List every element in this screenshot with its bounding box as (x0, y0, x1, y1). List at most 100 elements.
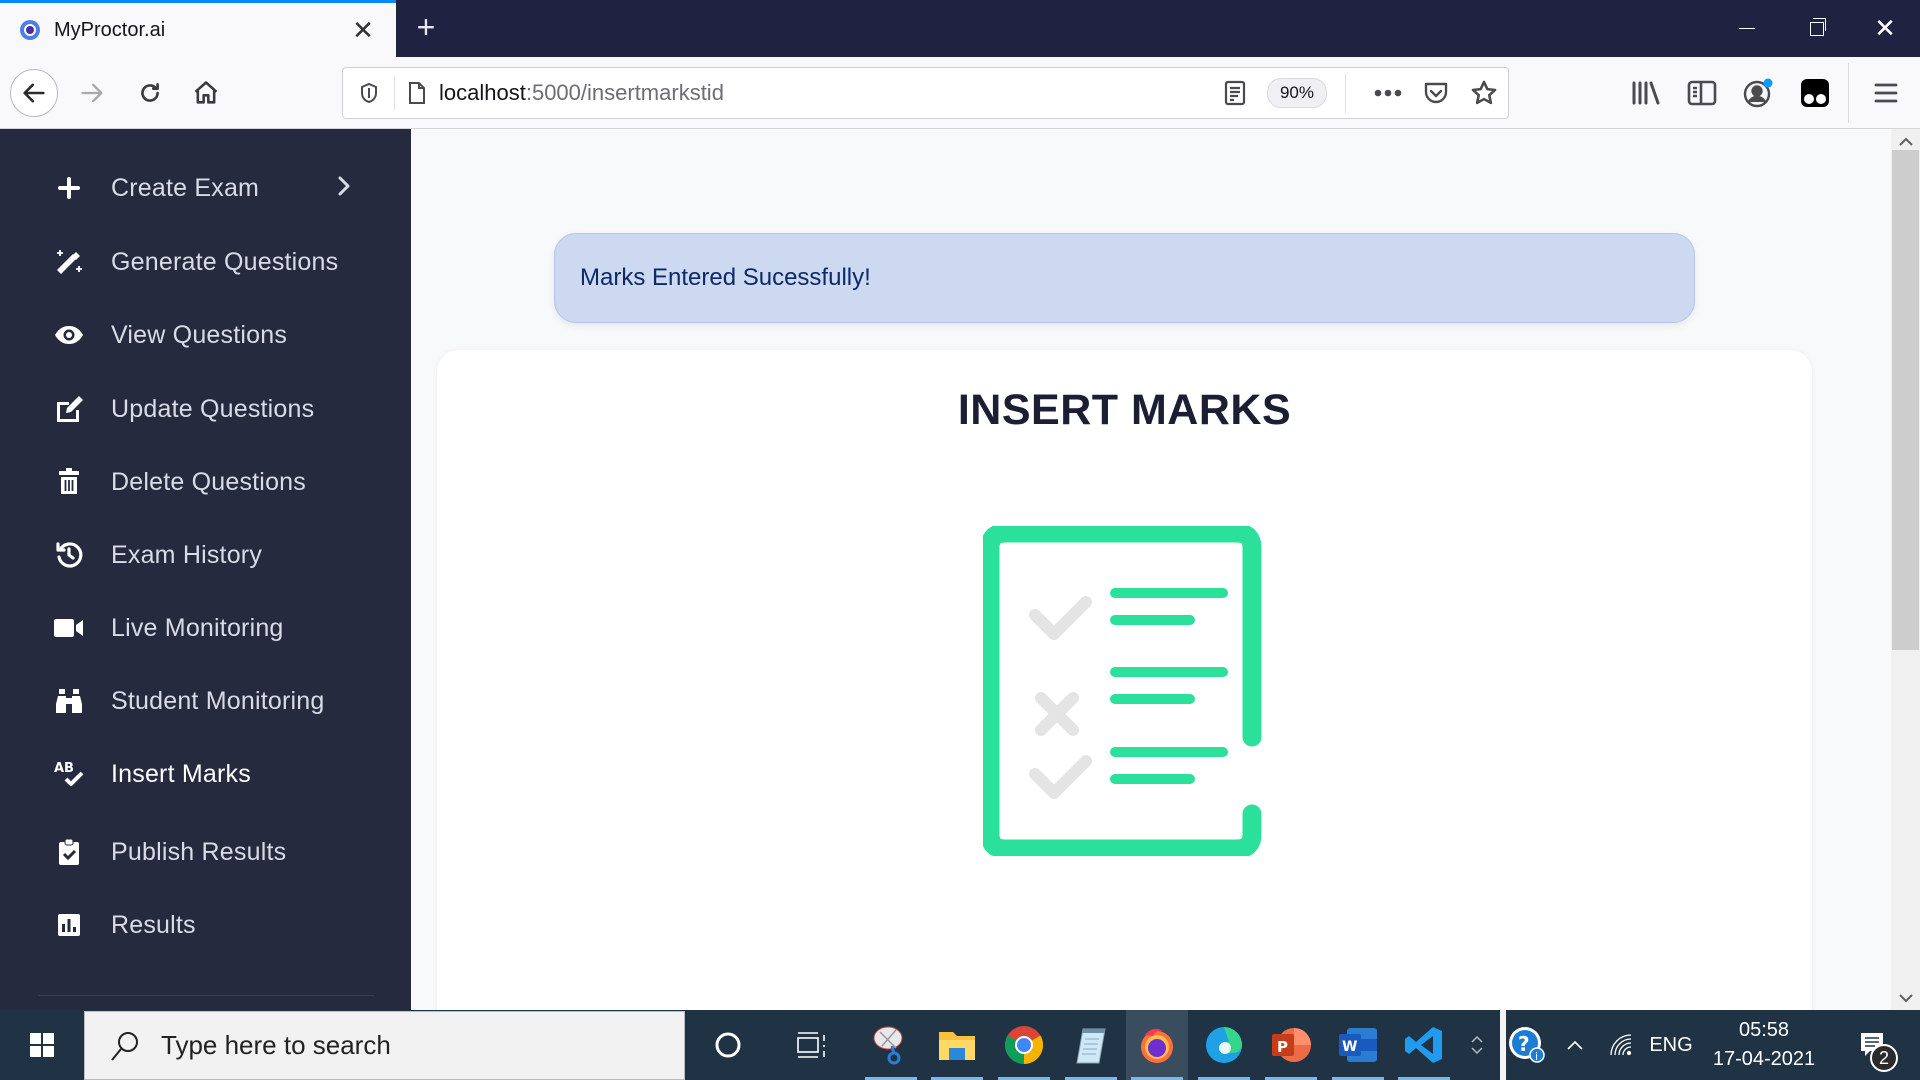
browser-tab-strip: MyProctor.ai ✕ + ✕ (0, 0, 1920, 57)
task-view-button[interactable] (781, 1010, 843, 1080)
insert-marks-card: INSERT MARKS (437, 350, 1812, 1010)
search-icon (105, 1030, 145, 1062)
check-mark-2 (1029, 755, 1092, 799)
home-button[interactable] (182, 69, 230, 117)
hamburger-menu-icon[interactable] (1866, 73, 1906, 113)
reader-view-icon[interactable] (1215, 80, 1255, 106)
sidebar-divider (38, 995, 374, 996)
reload-icon (141, 83, 159, 102)
video-camera-icon (54, 613, 84, 643)
cortana-icon (715, 1032, 741, 1058)
back-button[interactable] (10, 69, 58, 117)
scroll-up-icon[interactable] (1891, 131, 1920, 151)
taskbar-clock[interactable]: 05:58 17-04-2021 (1694, 1016, 1834, 1074)
firefox-icon (1141, 1028, 1173, 1063)
sidebar-item-live-monitoring[interactable]: Live Monitoring (0, 600, 411, 656)
notepad-icon (1076, 1028, 1106, 1064)
sidebar-item-exam-history[interactable]: Exam History (0, 527, 411, 583)
language-indicator[interactable]: ENG (1644, 1010, 1698, 1080)
sidebar-item-create-exam[interactable]: Create Exam (0, 160, 411, 216)
sidebar-toggle-icon[interactable] (1682, 73, 1722, 113)
zoom-level-button[interactable]: 90% (1266, 78, 1327, 108)
address-bar[interactable]: localhost:5000/insertmarkstid 90% (342, 67, 1509, 119)
sidebar-item-label: View Questions (111, 320, 288, 349)
snipping-tool-icon (873, 1026, 903, 1065)
show-hidden-icons-button[interactable] (1560, 1010, 1590, 1080)
tracking-protection-icon[interactable] (343, 76, 395, 110)
sidebar-item-label: Publish Results (111, 837, 287, 866)
sidebar-item-label: Live Monitoring (111, 613, 284, 642)
cortana-button[interactable] (697, 1010, 759, 1080)
reload-button[interactable] (126, 69, 174, 117)
sidebar-item-insert-marks[interactable]: AB Insert Marks (0, 746, 411, 802)
sidebar-item-label: Exam History (111, 540, 263, 569)
chevron-up-icon[interactable] (1471, 1035, 1483, 1043)
notification-count-badge: 2 (1870, 1044, 1898, 1072)
taskbar-app-powerpoint[interactable]: P (1260, 1010, 1322, 1080)
taskbar-app-snipping-tool[interactable] (860, 1010, 922, 1080)
wifi-tray-icon[interactable] (1604, 1010, 1638, 1080)
url-path: :5000/insertmarkstid (525, 80, 724, 105)
sidebar: Create Exam Generate Questions View Ques… (0, 129, 411, 1010)
language-text: ENG (1649, 1033, 1693, 1056)
url-host: localhost (439, 80, 526, 105)
page-title: INSERT MARKS (957, 386, 1292, 434)
extension-icon[interactable] (1795, 73, 1835, 113)
help-tray-icon[interactable]: ? i (1504, 1010, 1550, 1080)
windows-logo-icon (30, 1033, 54, 1057)
taskbar-app-file-explorer[interactable] (926, 1010, 988, 1080)
bookmark-star-icon[interactable] (1460, 79, 1508, 107)
clock-date: 17-04-2021 (1712, 1048, 1816, 1070)
start-button[interactable] (0, 1010, 84, 1080)
browser-tab[interactable]: MyProctor.ai ✕ (0, 0, 396, 57)
sidebar-item-label: Create Exam (111, 173, 260, 202)
taskbar-search[interactable]: Type here to search (84, 1011, 685, 1080)
taskbar-app-firefox[interactable] (1126, 1010, 1188, 1080)
chevron-right-icon (336, 175, 352, 202)
sidebar-item-student-monitoring[interactable]: Student Monitoring (0, 673, 411, 729)
windows-taskbar: Type here to search P W ? i ENG 05:58 17… (0, 1010, 1920, 1080)
new-tab-icon[interactable]: + (408, 10, 444, 46)
scroll-down-icon[interactable] (1891, 988, 1920, 1008)
svg-text:?: ? (1518, 1032, 1530, 1056)
history-icon (54, 540, 84, 570)
taskbar-app-edge[interactable] (1193, 1010, 1255, 1080)
sidebar-item-publish-results[interactable]: Publish Results (0, 824, 411, 880)
scrollbar-thumb[interactable] (1892, 150, 1919, 650)
bar-chart-icon (54, 910, 84, 940)
close-tab-icon[interactable]: ✕ (348, 15, 378, 45)
minimize-window-icon[interactable] (1716, 0, 1778, 57)
folder-icon (939, 1032, 975, 1060)
restore-window-icon[interactable] (1786, 0, 1848, 57)
close-window-icon[interactable]: ✕ (1854, 0, 1916, 57)
sidebar-item-label: Results (111, 910, 196, 939)
sidebar-item-results[interactable]: Results (0, 897, 411, 953)
taskbar-app-vscode[interactable] (1393, 1010, 1455, 1080)
forward-button[interactable] (68, 69, 116, 117)
page-info-icon[interactable] (395, 81, 439, 105)
taskbar-app-notepad[interactable] (1060, 1010, 1122, 1080)
page-scrollbar[interactable] (1891, 129, 1920, 1010)
magic-wand-icon (54, 247, 84, 277)
page-actions-icon[interactable] (1364, 89, 1412, 97)
sidebar-item-label: Insert Marks (111, 759, 251, 788)
taskbar-app-word[interactable]: W (1327, 1010, 1389, 1080)
svg-text:P: P (1277, 1038, 1288, 1056)
sidebar-item-label: Generate Questions (111, 247, 339, 276)
url-separator (1345, 73, 1346, 113)
cross-mark (1035, 692, 1079, 736)
pocket-icon[interactable] (1412, 81, 1460, 105)
check-mark-1 (1029, 596, 1092, 640)
sidebar-item-delete-questions[interactable]: Delete Questions (0, 454, 411, 510)
library-icon[interactable] (1626, 73, 1666, 113)
sidebar-item-label: Update Questions (111, 394, 315, 423)
firefox-account-icon[interactable] (1738, 73, 1778, 113)
chevron-down-icon[interactable] (1471, 1047, 1483, 1055)
sidebar-item-view-questions[interactable]: View Questions (0, 307, 411, 363)
clock-time: 05:58 (1738, 1019, 1790, 1041)
sidebar-item-update-questions[interactable]: Update Questions (0, 381, 411, 437)
sidebar-item-generate-questions[interactable]: Generate Questions (0, 234, 411, 290)
taskbar-scroll-buttons[interactable] (1462, 1010, 1492, 1080)
taskbar-app-chrome[interactable] (993, 1010, 1055, 1080)
url-text[interactable]: localhost:5000/insertmarkstid (439, 80, 1215, 106)
